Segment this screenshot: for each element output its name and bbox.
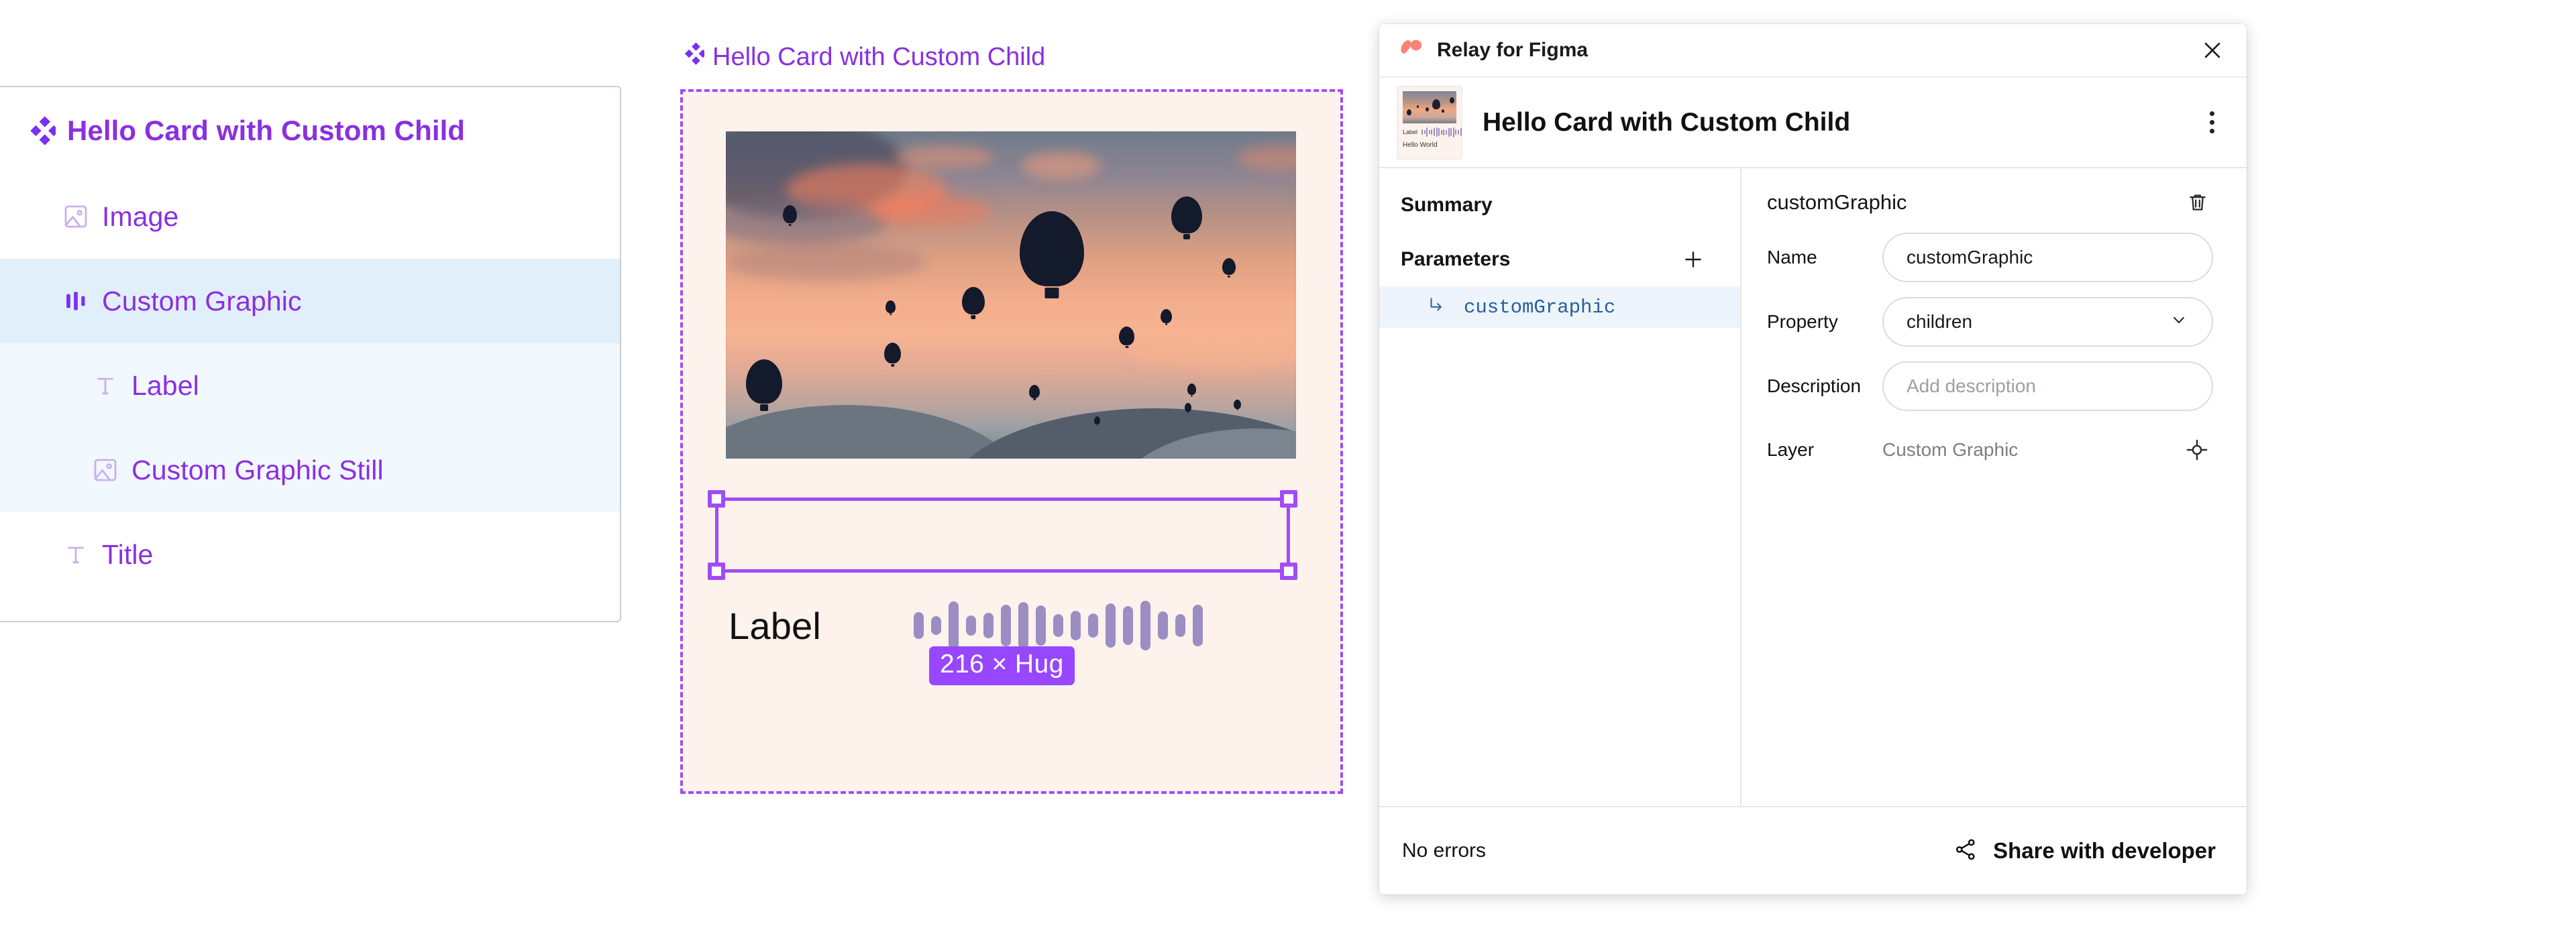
status-text: No errors — [1402, 839, 1487, 862]
relay-plugin-window: Relay for Figma Label Hello World Hello … — [1379, 24, 2247, 894]
thumbnail-label: Label — [1403, 129, 1418, 135]
thumbnail-waveform — [1421, 127, 1462, 138]
thumbnail-graphic-row: Label — [1403, 127, 1462, 138]
plugin-body: Summary Parameters customGraphic customG… — [1379, 168, 2247, 807]
layers-panel: Hello Card with Custom Child Image Custo… — [0, 86, 621, 622]
summary-label: Summary — [1401, 194, 1493, 216]
text-icon — [79, 372, 131, 399]
layer-row-custom-graphic-still[interactable]: Custom Graphic Still — [0, 428, 620, 512]
app-root: Hello Card with Custom Child Image Custo… — [0, 0, 2576, 936]
frame-title[interactable]: Hello Card with Custom Child — [682, 42, 1045, 72]
field-label: Description — [1767, 375, 1862, 396]
field-row-property: Property children — [1767, 297, 2213, 347]
more-options-icon[interactable] — [2193, 104, 2231, 141]
layer-label: Custom Graphic — [102, 285, 302, 316]
component-thumbnail: Label Hello World — [1397, 85, 1462, 160]
layer-label: Label — [131, 369, 199, 401]
hot-air-balloon-image — [726, 131, 1296, 459]
component-icon — [15, 116, 67, 145]
chevron-down-icon — [2169, 310, 2189, 335]
details-header: customGraphic — [1767, 187, 2213, 218]
plugin-footer: No errors Share with developer — [1379, 807, 2247, 894]
target-layer-icon[interactable] — [2181, 434, 2213, 466]
plugin-title: Relay for Figma — [1437, 39, 1589, 61]
parameter-name: customGraphic — [1464, 296, 1616, 318]
property-select-value: children — [1907, 311, 1973, 332]
add-parameter-icon[interactable] — [1678, 245, 1708, 274]
card-frame[interactable]: Label — [680, 89, 1343, 794]
parameters-label: Parameters — [1401, 248, 1511, 270]
field-label: Name — [1767, 247, 1817, 268]
share-with-developer-button[interactable]: Share with developer — [1953, 837, 2216, 866]
layer-row-custom-graphic[interactable]: Custom Graphic — [0, 259, 620, 343]
figma-canvas: Hello Card with Custom Child Label — [671, 0, 1714, 936]
component-icon — [682, 42, 708, 72]
nested-arrow-icon — [1426, 294, 1446, 320]
size-badge: 216 × Hug — [929, 646, 1075, 685]
thumbnail-title: Hello World — [1403, 141, 1438, 149]
field-row-description: Description Add description — [1767, 361, 2213, 411]
share-label: Share with developer — [1993, 838, 2216, 863]
relay-logo-icon — [1398, 37, 1425, 64]
text-icon — [50, 541, 102, 568]
thumbnail-image — [1403, 91, 1456, 123]
parameters-column: Summary Parameters customGraphic — [1379, 168, 1741, 806]
field-row-layer: Layer Custom Graphic — [1767, 434, 2213, 466]
layer-label: Image — [102, 200, 179, 232]
layer-row-component[interactable]: Hello Card with Custom Child — [0, 87, 620, 174]
name-input[interactable]: customGraphic — [1882, 233, 2213, 282]
component-name: Hello Card with Custom Child — [1483, 107, 1851, 137]
frame-title-label: Hello Card with Custom Child — [712, 42, 1046, 71]
summary-section[interactable]: Summary — [1379, 187, 1740, 223]
label-text: Label — [729, 604, 822, 647]
details-title: customGraphic — [1767, 190, 1907, 214]
layer-label: Title — [102, 538, 154, 570]
layer-row-image[interactable]: Image — [0, 174, 620, 259]
layer-row-label[interactable]: Label — [0, 343, 620, 428]
share-icon — [1953, 837, 1978, 866]
field-label: Layer — [1767, 439, 1815, 460]
plugin-component-header: Label Hello World Hello Card with Custom… — [1379, 78, 2247, 168]
parameter-details-column: customGraphic Name customGraphic Propert… — [1741, 168, 2247, 806]
delete-icon[interactable] — [2182, 187, 2213, 218]
close-icon[interactable] — [2194, 32, 2231, 68]
property-select[interactable]: children — [1882, 297, 2213, 347]
field-row-name: Name customGraphic — [1767, 233, 2213, 282]
layer-label: Custom Graphic Still — [131, 454, 384, 485]
layer-row-title[interactable]: Title — [0, 512, 620, 597]
parameter-list-item[interactable]: customGraphic — [1379, 286, 1740, 328]
waveform-icon — [50, 288, 102, 314]
image-icon — [79, 457, 131, 483]
layer-label: Hello Card with Custom Child — [67, 115, 466, 146]
layer-value: Custom Graphic — [1882, 439, 2019, 460]
parameters-section-header: Parameters — [1379, 223, 1740, 286]
description-input[interactable]: Add description — [1882, 361, 2213, 411]
plugin-titlebar: Relay for Figma — [1379, 24, 2247, 78]
image-icon — [50, 203, 102, 230]
field-label: Property — [1767, 311, 1838, 332]
